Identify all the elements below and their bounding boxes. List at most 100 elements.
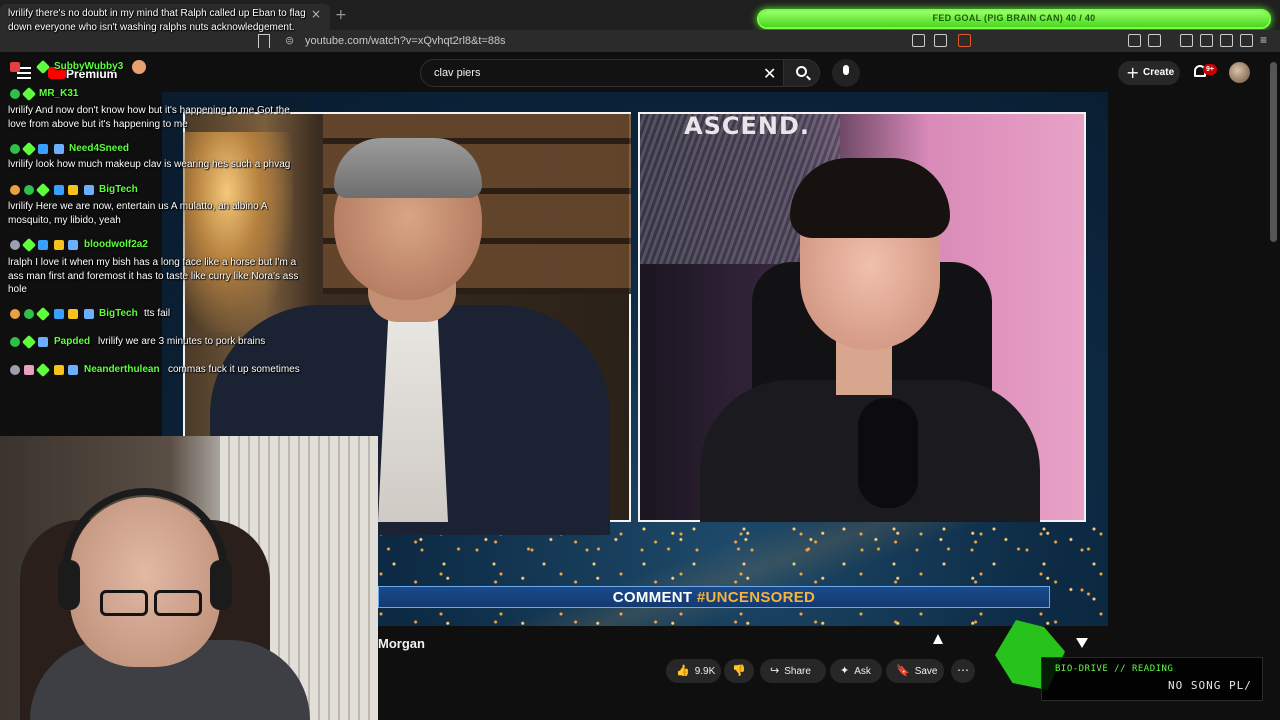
play-icon[interactable] <box>934 34 947 47</box>
save-button[interactable]: 🔖 Save <box>886 659 944 683</box>
goal-progress-bar: FED GOAL (PIG BRAIN CAN) 40 / 40 <box>757 9 1271 29</box>
plus-icon: + <box>1126 63 1140 82</box>
emote-badge-icon <box>10 309 20 319</box>
verified-badge-icon <box>24 309 34 319</box>
leo-icon[interactable] <box>1240 34 1253 47</box>
pointer-icon <box>933 634 943 644</box>
pencil-badge-icon <box>84 309 94 319</box>
search-query[interactable]: clav piers <box>434 67 480 79</box>
chat-message: tts fail <box>144 308 171 319</box>
pencil-badge-icon <box>68 240 78 250</box>
chat-message: lvrilify we are 3 minutes to pork brains <box>98 336 266 347</box>
browser-menu-icon[interactable]: ≡ <box>1260 34 1273 47</box>
like-count: 9.9K <box>694 666 716 677</box>
ask-button[interactable]: ✦ Ask <box>830 659 882 683</box>
tier-badge-icon <box>38 240 48 250</box>
pointer-icon <box>1076 638 1088 648</box>
chat-message: lvrilify look how much makeup clav is we… <box>8 159 291 170</box>
crown-badge-icon <box>68 185 78 195</box>
chat-username: Need4Sneed <box>69 143 130 154</box>
ask-label: Ask <box>854 666 871 677</box>
chat-message: lvrilify And now don't know how but it's… <box>8 105 290 130</box>
like-button[interactable]: 👍 9.9K <box>666 659 721 683</box>
emote-badge-icon <box>10 185 20 195</box>
chat-message: commas fuck it up sometimes <box>168 364 300 375</box>
chat-username: SubbyWubby3 <box>54 61 124 72</box>
brave-shield-icon[interactable] <box>958 34 971 47</box>
now-playing-song: NO SONG PL/ <box>1168 679 1252 692</box>
chat-username: BigTech <box>99 308 138 319</box>
pencil-badge-icon <box>54 144 64 154</box>
save-label: Save <box>914 666 938 677</box>
world-map-backdrop <box>378 522 1108 626</box>
chat-message: lralph I love it when my bish has a long… <box>8 257 299 295</box>
sub-badge-icon <box>10 62 20 72</box>
account-avatar[interactable] <box>1229 62 1250 83</box>
chat-message: lvrilify Here we are now, entertain us A… <box>8 201 268 226</box>
diamond-badge-icon <box>35 182 51 198</box>
save-playlist-icon: 🔖 <box>896 664 910 677</box>
site-info-icon[interactable]: ⊜ <box>285 34 294 47</box>
ascend-poster-text: ASCEND. <box>684 112 810 140</box>
chat-username: Neanderthulean <box>84 364 160 375</box>
emote-icon <box>132 60 146 74</box>
lower-third-prefix: COMMENT <box>612 589 693 606</box>
chat-top-message: lvrilify there's no doubt in my mind tha… <box>8 8 306 33</box>
emote-badge-icon <box>10 365 20 375</box>
bookmark-icon[interactable] <box>258 34 270 48</box>
microphone-icon <box>843 65 849 75</box>
video-title: Morgan <box>378 636 425 651</box>
sparkle-icon: ✦ <box>840 664 850 677</box>
chat-username: BigTech <box>99 184 138 195</box>
chat-username: Papded <box>54 336 91 347</box>
cast-icon[interactable] <box>912 34 925 47</box>
close-tab-icon[interactable]: × <box>309 7 323 21</box>
tier-badge-icon <box>38 144 48 154</box>
headphone-right-cup <box>210 560 232 610</box>
crown-badge-icon <box>54 240 64 250</box>
headphone-left-cup <box>58 560 80 610</box>
tier-badge-icon <box>54 185 64 195</box>
chat-username: bloodwolf2a2 <box>84 239 148 250</box>
diamond-badge-icon <box>35 362 51 378</box>
thumbs-up-icon: 👍 <box>676 664 690 677</box>
share-button[interactable]: ↪ Share <box>760 659 826 683</box>
sidebar-icon[interactable] <box>1200 34 1213 47</box>
diamond-badge-icon <box>35 306 51 322</box>
verified-badge-icon <box>10 89 20 99</box>
now-playing-header: BIO-DRIVE // READING <box>1055 664 1174 674</box>
pencil-badge-icon <box>68 365 78 375</box>
guest-hair <box>790 158 950 238</box>
host-hair <box>334 138 482 198</box>
verified-badge-icon <box>24 185 34 195</box>
pencil-badge-icon <box>38 337 48 347</box>
create-button-label: Create <box>1143 67 1175 78</box>
diamond-badge-icon <box>21 237 37 253</box>
podcast-microphone <box>858 398 918 508</box>
new-tab-icon[interactable]: + <box>335 7 347 23</box>
tier-badge-icon <box>54 309 64 319</box>
wallet-icon[interactable] <box>1220 34 1233 47</box>
gift-badge-icon <box>24 365 34 375</box>
thumbs-down-icon: 👎 <box>732 664 746 677</box>
dislike-button[interactable]: 👎 <box>724 659 754 683</box>
extensions-icon[interactable] <box>1128 34 1141 47</box>
clear-search-icon[interactable]: ✕ <box>763 64 776 83</box>
crown-badge-icon <box>68 309 78 319</box>
chat-username: MR_K31 <box>39 88 79 99</box>
lower-third-text: COMMENT #UNCENSORED <box>378 589 1050 606</box>
page-scrollbar[interactable] <box>1270 62 1277 242</box>
diamond-badge-icon <box>21 334 37 350</box>
more-actions-icon[interactable]: ⋯ <box>951 659 975 683</box>
verified-badge-icon <box>10 337 20 347</box>
search-icon <box>796 66 807 77</box>
screenshot-icon[interactable] <box>1148 34 1161 47</box>
screen: × + FED GOAL (PIG BRAIN CAN) 40 / 40 ⊜ y… <box>0 0 1280 720</box>
music-icon[interactable] <box>1180 34 1193 47</box>
lower-third-hashtag: #UNCENSORED <box>696 589 816 606</box>
url-text[interactable]: youtube.com/watch?v=xQvhqt2rl8&t=88s <box>305 35 506 47</box>
verified-badge-icon <box>10 144 20 154</box>
notification-count-badge: 9+ <box>1203 64 1217 75</box>
pencil-badge-icon <box>84 185 94 195</box>
diamond-badge-icon <box>21 141 37 157</box>
